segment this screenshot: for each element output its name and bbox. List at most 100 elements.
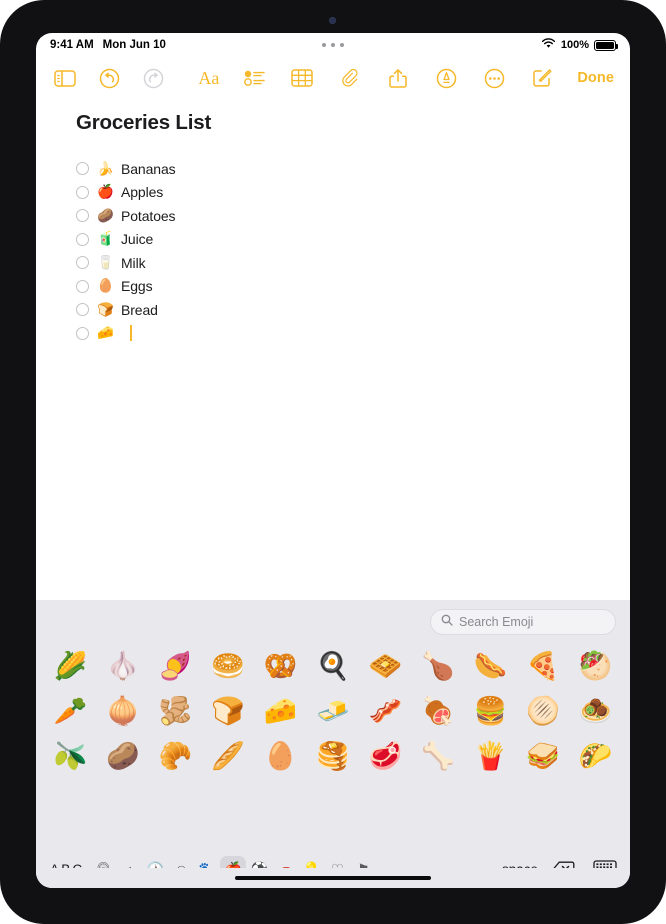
checklist-item-emoji: 🥔 xyxy=(97,207,114,223)
checklist-item-emoji: 🥚 xyxy=(97,278,114,294)
emoji-key[interactable]: 🧇 xyxy=(359,653,412,680)
checklist-item-label: Juice xyxy=(121,231,154,247)
checklist-item-emoji: 🍞 xyxy=(97,301,114,317)
emoji-key[interactable]: 🫒 xyxy=(44,743,97,770)
emoji-key[interactable]: 🍖 xyxy=(412,698,465,725)
checklist-item-label: Milk xyxy=(121,254,146,271)
markup-pen-icon[interactable] xyxy=(433,65,459,91)
emoji-key[interactable]: 🥐 xyxy=(149,743,202,770)
battery-icon xyxy=(594,39,618,51)
status-date: Mon Jun 10 xyxy=(102,39,166,51)
emoji-key[interactable]: 🍕 xyxy=(517,653,570,680)
emoji-key[interactable]: 🥓 xyxy=(359,698,412,725)
emoji-key[interactable]: 🍗 xyxy=(412,653,465,680)
checklist-item-emoji: 🍎 xyxy=(97,184,114,200)
notes-toolbar: Aa Done xyxy=(36,57,630,99)
emoji-keyboard: Search Emoji 🌽 🧄 🍠 🥯 🥨 🍳 🧇 🍗 🌭 🍕 🥙 🥕 🧅 🫚 🍞 🧀 🧈 🥓 🍖 🍔 🫓 🧆 🫒 🥔 🥐 🥖 🥚… xyxy=(36,600,630,888)
checklist-item-label: Potatoes xyxy=(121,207,176,224)
emoji-key[interactable]: 🌽 xyxy=(44,653,97,680)
emoji-key[interactable]: 🫓 xyxy=(517,698,570,725)
undo-icon[interactable] xyxy=(96,65,122,91)
emoji-key[interactable]: 🍞 xyxy=(202,698,255,725)
ipad-screen: 9:41 AM Mon Jun 10 100% Aa Done Grocerie… xyxy=(36,33,630,888)
checkbox-icon[interactable] xyxy=(76,256,89,269)
emoji-key[interactable]: 🌭 xyxy=(464,653,517,680)
emoji-row: 🌽 🧄 🍠 🥯 🥨 🍳 🧇 🍗 🌭 🍕 🥙 xyxy=(44,644,622,689)
status-bar-right: 100% xyxy=(541,38,618,52)
checkbox-icon[interactable] xyxy=(76,326,89,340)
checkbox-icon[interactable] xyxy=(76,232,89,246)
checklist-item[interactable]: 🍞 Bread xyxy=(76,298,630,321)
emoji-key[interactable]: 🥩 xyxy=(359,743,412,770)
emoji-key[interactable]: 🧄 xyxy=(97,653,150,680)
multitasking-dots-icon[interactable] xyxy=(322,43,344,47)
emoji-key[interactable]: 🥞 xyxy=(307,743,360,770)
emoji-key[interactable]: 🍔 xyxy=(464,698,517,725)
home-indicator[interactable] xyxy=(235,875,431,881)
checklist-item-emoji: 🍌 xyxy=(97,160,114,176)
checkbox-icon[interactable] xyxy=(76,303,89,316)
emoji-row: 🥕 🧅 🫚 🍞 🧀 🧈 🥓 🍖 🍔 🫓 🧆 xyxy=(44,689,622,734)
emoji-search-placeholder: Search Emoji xyxy=(459,615,534,629)
checklist-item[interactable]: 🍎 Apples xyxy=(76,181,630,204)
more-ellipsis-icon[interactable] xyxy=(481,65,507,91)
emoji-key[interactable]: 🧆 xyxy=(569,698,622,725)
checklist-item[interactable]: 🧀 xyxy=(76,322,630,345)
emoji-key[interactable]: 🥨 xyxy=(254,653,307,680)
table-icon[interactable] xyxy=(289,65,315,91)
paperclip-icon[interactable] xyxy=(337,65,363,91)
checkbox-icon[interactable] xyxy=(76,162,89,175)
checklist-item[interactable]: 🥔 Potatoes xyxy=(76,204,630,227)
text-format-button[interactable]: Aa xyxy=(198,69,219,87)
search-icon xyxy=(441,613,453,631)
emoji-key[interactable]: 🥔 xyxy=(97,743,150,770)
emoji-key[interactable]: 🧀 xyxy=(254,698,307,725)
checklist-item[interactable]: 🧃 Juice xyxy=(76,228,630,251)
checklist-item-label: Apples xyxy=(121,184,164,200)
toolbar-right-group: Aa Done xyxy=(198,65,614,91)
sidebar-toggle-icon[interactable] xyxy=(52,65,78,91)
emoji-key[interactable]: 🧈 xyxy=(307,698,360,725)
redo-icon[interactable] xyxy=(140,65,166,91)
emoji-key[interactable]: 🫚 xyxy=(149,698,202,725)
emoji-key[interactable]: 🥪 xyxy=(517,743,570,770)
emoji-key[interactable]: 🦴 xyxy=(412,743,465,770)
checklist-icon[interactable] xyxy=(241,65,267,91)
emoji-key[interactable]: 🥖 xyxy=(202,743,255,770)
emoji-key[interactable]: 🥕 xyxy=(44,698,97,725)
toolbar-left-group xyxy=(52,65,166,91)
wifi-icon xyxy=(541,38,556,52)
emoji-key[interactable]: 🥚 xyxy=(254,743,307,770)
checklist-item[interactable]: 🍌 Bananas xyxy=(76,157,630,180)
home-indicator-area xyxy=(36,868,630,888)
checklist-item-emoji: 🧃 xyxy=(97,231,114,247)
checklist-item-label: Bananas xyxy=(121,160,176,177)
checkbox-icon[interactable] xyxy=(76,185,89,199)
text-cursor xyxy=(130,325,132,341)
emoji-key[interactable]: 🍳 xyxy=(307,653,360,680)
checklist-item-emoji: 🧀 xyxy=(97,325,114,341)
note-editor[interactable]: Groceries List 🍌 Bananas 🍎 Apples 🥔 Potatoes 🧃… xyxy=(36,99,630,600)
emoji-key[interactable]: 🌮 xyxy=(569,743,622,770)
emoji-key[interactable]: 🥯 xyxy=(202,653,255,680)
emoji-search-input[interactable]: Search Emoji xyxy=(430,609,616,635)
checkbox-icon[interactable] xyxy=(76,209,89,222)
checklist: 🍌 Bananas 🍎 Apples 🥔 Potatoes 🧃 Juice 🥛 Milk 🥚 Eggs… xyxy=(76,157,630,345)
emoji-key[interactable]: 🥙 xyxy=(569,653,622,680)
checklist-item[interactable]: 🥚 Eggs xyxy=(76,275,630,298)
emoji-key[interactable]: 🍟 xyxy=(464,743,517,770)
emoji-grid: 🌽 🧄 🍠 🥯 🥨 🍳 🧇 🍗 🌭 🍕 🥙 🥕 🧅 🫚 🍞 🧀 🧈 🥓 🍖 🍔 🫓 🧆 🫒 🥔 🥐 🥖 🥚 🥞 🥩 🦴 🍟 🥪 🌮 xyxy=(36,640,630,850)
share-icon[interactable] xyxy=(385,65,411,91)
checklist-item-label: Bread xyxy=(121,301,158,318)
note-title[interactable]: Groceries List xyxy=(76,111,630,135)
done-button[interactable]: Done xyxy=(577,70,614,86)
compose-icon[interactable] xyxy=(529,65,555,91)
emoji-row: 🫒 🥔 🥐 🥖 🥚 🥞 🥩 🦴 🍟 🥪 🌮 xyxy=(44,734,622,779)
checkbox-icon[interactable] xyxy=(76,279,89,293)
emoji-key[interactable]: 🍠 xyxy=(149,653,202,680)
status-bar-left: 9:41 AM Mon Jun 10 xyxy=(50,39,166,51)
status-bar: 9:41 AM Mon Jun 10 100% xyxy=(36,33,630,57)
checklist-item[interactable]: 🥛 Milk xyxy=(76,251,630,274)
emoji-key[interactable]: 🧅 xyxy=(97,698,150,725)
ipad-device-frame: 9:41 AM Mon Jun 10 100% Aa Done Grocerie… xyxy=(0,0,666,924)
